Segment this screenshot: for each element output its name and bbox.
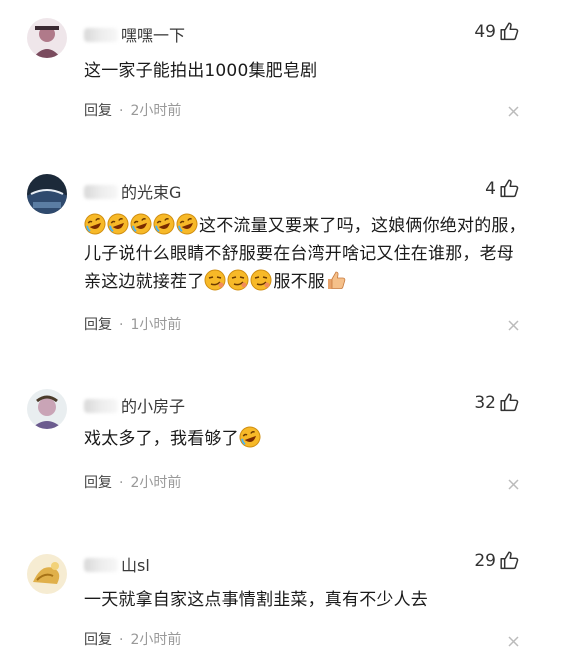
reply-button[interactable]: 回复 (84, 317, 112, 333)
comment-item: 的光束G 4 这不流量又要来了吗，这娘俩你绝对的服，儿子说什么眼睛不舒服要在台湾… (0, 160, 570, 360)
username[interactable]: 山sl (84, 552, 150, 576)
smirk-emoji (204, 269, 226, 291)
username-text: 山sl (121, 556, 150, 575)
username-redacted (84, 28, 118, 42)
like-count: 32 (474, 392, 496, 413)
reply-button[interactable]: 回复 (84, 103, 112, 119)
username-text: 的光束G (121, 183, 182, 202)
comment-text: 一天就拿自家这点事情割韭菜，真有不少人去 (84, 590, 428, 610)
smirk-emoji (250, 269, 272, 291)
username-redacted (84, 399, 118, 413)
rofl-emoji (107, 213, 129, 235)
rofl-emoji (153, 213, 175, 235)
timestamp: 1小时前 (130, 317, 182, 333)
comment-meta: 回复 · 2小时前 (84, 100, 181, 120)
username-text: 的小房子 (121, 397, 186, 416)
username-redacted (84, 558, 118, 572)
comment-text: 这不流量又要来了吗，这娘俩你绝对的服，儿子说什么眼睛不舒服要在台湾开啥记又住在谁… (84, 212, 528, 296)
thumbs-up-icon (500, 393, 519, 412)
close-icon[interactable] (507, 319, 520, 332)
comment-text-tail: 服不服 (273, 272, 326, 292)
comment-meta: 回复 · 2小时前 (84, 629, 181, 649)
thumbs-up-emoji (328, 271, 346, 289)
rofl-emoji (130, 213, 152, 235)
separator-dot: · (119, 317, 124, 333)
like-count: 4 (485, 178, 496, 199)
thumbs-up-icon (500, 551, 519, 570)
smirk-emoji (227, 269, 249, 291)
thumbs-up-icon (500, 22, 519, 41)
separator-dot: · (119, 475, 124, 491)
comment-text: 这一家子能拍出1000集肥皂剧 (84, 61, 318, 81)
like-count: 29 (474, 550, 496, 571)
comment-text: 戏太多了，我看够了 (84, 425, 528, 453)
close-icon[interactable] (507, 635, 520, 648)
username[interactable]: 的光束G (84, 179, 181, 203)
avatar[interactable] (27, 554, 67, 594)
username[interactable]: 的小房子 (84, 393, 185, 417)
comment-text-body: 戏太多了，我看够了 (84, 429, 239, 449)
rofl-emoji (176, 213, 198, 235)
comment-item: 嘿嘿一下 49 这一家子能拍出1000集肥皂剧 回复 · 2小时前 (0, 0, 570, 140)
rofl-emoji (239, 426, 261, 448)
rofl-emoji (84, 213, 106, 235)
thumbs-up-icon (500, 179, 519, 198)
username-redacted (84, 185, 118, 199)
comment-meta: 回复 · 2小时前 (84, 472, 181, 492)
timestamp: 2小时前 (130, 475, 182, 491)
comment-item: 山sl 29 一天就拿自家这点事情割韭菜，真有不少人去 回复 · 2小时前 (0, 532, 570, 669)
separator-dot: · (119, 103, 124, 119)
reply-button[interactable]: 回复 (84, 632, 112, 648)
avatar[interactable] (27, 18, 67, 58)
timestamp: 2小时前 (130, 632, 182, 648)
like-count: 49 (474, 21, 496, 42)
username-text: 嘿嘿一下 (121, 26, 186, 45)
comment-meta: 回复 · 1小时前 (84, 314, 181, 334)
reply-button[interactable]: 回复 (84, 475, 112, 491)
like-button[interactable]: 32 (474, 392, 520, 413)
username[interactable]: 嘿嘿一下 (84, 22, 185, 46)
like-button[interactable]: 49 (474, 21, 520, 42)
close-icon[interactable] (507, 105, 520, 118)
like-button[interactable]: 29 (474, 550, 520, 571)
comment-item: 的小房子 32 戏太多了，我看够了 回复 · 2小时前 (0, 375, 570, 515)
like-button[interactable]: 4 (485, 178, 520, 199)
avatar[interactable] (27, 389, 67, 429)
timestamp: 2小时前 (130, 103, 182, 119)
separator-dot: · (119, 632, 124, 648)
avatar[interactable] (27, 174, 67, 214)
close-icon[interactable] (507, 478, 520, 491)
